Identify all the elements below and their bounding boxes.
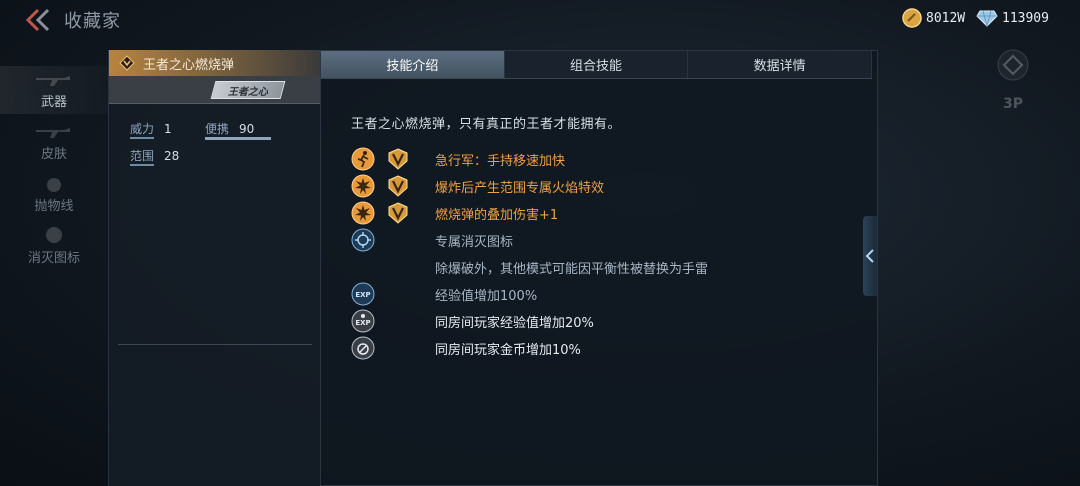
portable-bar <box>205 137 271 140</box>
page-title: 收藏家 <box>64 11 121 32</box>
rotate-view-icon[interactable] <box>996 48 1030 82</box>
nav-item-kill-icon[interactable]: 消灭图标 <box>0 222 108 270</box>
skill-text: 同房间玩家金币增加10% <box>435 342 581 358</box>
stat-range-value: 28 <box>164 149 180 163</box>
nav-label: 皮肤 <box>40 146 67 162</box>
weapon-banner: 王者之心 <box>109 76 320 104</box>
skill-text: 爆炸后产生范围专属火焰特效 <box>435 180 605 196</box>
exp-icon: EXP <box>351 282 375 306</box>
room-coin-icon <box>351 336 375 360</box>
stat-portable: 便携 90 <box>205 120 271 140</box>
svg-text:EXP: EXP <box>355 319 370 327</box>
rank-badge-icon <box>119 55 135 71</box>
skill-text: 同房间玩家经验值增加20% <box>435 315 594 331</box>
nav-item-projectile[interactable]: 抛物线 <box>0 170 108 218</box>
grenade-icon <box>47 178 61 192</box>
stat-range-label: 范围 <box>130 149 155 166</box>
stat-power-value: 1 <box>164 122 172 136</box>
weapon-header: 王者之心燃烧弹 <box>109 50 320 76</box>
gold-amount: 8012W <box>926 10 966 26</box>
category-nav: 武器 皮肤 抛物线 消灭图标 <box>0 48 108 486</box>
stat-power: 威力 1 <box>130 120 172 139</box>
chevron-left-icon <box>865 249 874 263</box>
panel-divider <box>118 344 312 345</box>
gold-counter: 8012W <box>902 8 965 28</box>
skill-text: 急行军：手持移速加快 <box>435 153 566 169</box>
stat-portable-label: 便携 <box>205 122 230 136</box>
rifle-icon <box>36 76 70 86</box>
back-arrow-icon[interactable] <box>24 8 54 32</box>
skill-text: 经验值增加100% <box>435 288 538 304</box>
weapon-logo: 王者之心 <box>210 81 286 99</box>
stat-power-label: 威力 <box>130 122 155 139</box>
top-bar: 收藏家 8012W 113909 <box>0 0 1080 40</box>
skill-row: 燃烧弹的叠加伤害+1 <box>351 201 558 225</box>
skill-row: EXP 同房间玩家经验值增加20% <box>351 309 594 333</box>
skill-panel: 技能介绍 组合技能 数据详情 王者之心燃烧弹，只有真正的王者才能拥有。 急行军：… <box>320 50 878 486</box>
skill-text: 燃烧弹的叠加伤害+1 <box>435 207 559 223</box>
v-badge-icon <box>388 175 408 197</box>
skill-row: 爆炸后产生范围专属火焰特效 <box>351 174 604 198</box>
nav-label: 武器 <box>40 94 67 110</box>
nav-item-skin[interactable]: 皮肤 <box>0 118 108 166</box>
tab-combo-skill[interactable]: 组合技能 <box>504 51 689 78</box>
stat-portable-value: 90 <box>239 122 255 136</box>
tab-skill-intro[interactable]: 技能介绍 <box>321 51 505 78</box>
weapon-logo-text: 王者之心 <box>228 86 268 98</box>
third-person-button[interactable]: 3P <box>996 96 1030 112</box>
gold-coin-icon <box>902 8 922 28</box>
stat-range: 范围 28 <box>130 147 180 166</box>
nav-label: 抛物线 <box>34 198 74 214</box>
tab-bar: 技能介绍 组合技能 数据详情 <box>321 51 873 79</box>
fire-burst-icon <box>351 174 375 198</box>
weapon-intro: 王者之心燃烧弹，只有真正的王者才能拥有。 <box>351 117 622 132</box>
skin-icon <box>36 128 70 138</box>
diamond-counter: 113909 <box>976 8 1049 28</box>
weapon-name: 王者之心燃烧弹 <box>143 57 235 73</box>
tab-data-details[interactable]: 数据详情 <box>688 51 873 78</box>
v-badge-icon <box>388 202 408 224</box>
running-icon <box>351 147 375 171</box>
nav-item-weapon[interactable]: 武器 <box>0 66 108 114</box>
fire-burst-icon <box>351 201 375 225</box>
skull-icon <box>46 227 62 243</box>
skill-text: 专属消灭图标 <box>435 234 514 250</box>
room-exp-icon: EXP <box>351 309 375 333</box>
weapon-detail-panel: 王者之心燃烧弹 王者之心 <box>108 50 320 486</box>
v-badge-icon <box>388 148 408 170</box>
skill-text: 除爆破外，其他模式可能因平衡性被替换为手雷 <box>435 261 709 277</box>
skill-row: EXP 经验值增加100% <box>351 282 537 306</box>
skill-row: 专属消灭图标 <box>351 228 513 252</box>
collapse-handle[interactable] <box>863 216 877 296</box>
skill-row: 急行军：手持移速加快 <box>351 147 565 171</box>
skill-row: 同房间玩家金币增加10% <box>351 336 581 360</box>
svg-text:EXP: EXP <box>355 291 370 299</box>
diamond-icon <box>976 10 998 28</box>
nav-label: 消灭图标 <box>27 250 80 266</box>
kill-icon <box>351 228 375 252</box>
diamond-amount: 113909 <box>1002 10 1049 26</box>
